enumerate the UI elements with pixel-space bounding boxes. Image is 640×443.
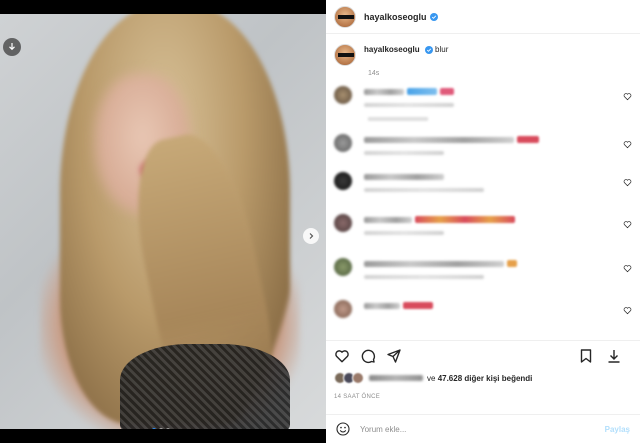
blurred-comment-meta: [364, 103, 454, 107]
verified-badge-icon: [429, 12, 438, 21]
liker-avatars: [334, 372, 364, 384]
avatar: [352, 372, 364, 384]
blurred-emoji: [407, 88, 437, 95]
likes-summary[interactable]: ve 47.628 diğer kişi beğendi: [334, 372, 532, 384]
carousel-dot: [166, 428, 170, 429]
caption-text: hayalkoseoglu blur: [364, 44, 448, 56]
post-caption: hayalkoseoglu blur 14s: [334, 44, 634, 77]
post-comment-button[interactable]: Paylaş: [605, 425, 630, 434]
blurred-emoji: [403, 302, 433, 309]
download-icon[interactable]: [606, 348, 622, 364]
carousel-dots: [152, 428, 170, 429]
carousel-dot: [152, 428, 156, 429]
comment-item: [334, 84, 634, 132]
avatar[interactable]: [334, 134, 352, 152]
heart-icon[interactable]: [623, 140, 632, 149]
heart-icon[interactable]: [623, 220, 632, 229]
post-media[interactable]: [0, 14, 326, 429]
blurred-comment-meta: [364, 275, 484, 279]
chevron-right-icon[interactable]: [303, 228, 319, 244]
avatar[interactable]: [334, 300, 352, 318]
blurred-emoji: [517, 136, 539, 143]
share-icon[interactable]: [386, 348, 402, 364]
blurred-liker-name: [369, 375, 423, 381]
caption-body: blur: [435, 45, 449, 54]
verified-badge-icon: [424, 45, 433, 54]
heart-icon[interactable]: [623, 264, 632, 273]
emoji-icon[interactable]: [336, 422, 350, 436]
caption-time: 14s: [368, 70, 380, 77]
header-username[interactable]: hayalkoseoglu: [364, 12, 427, 22]
comment-item: [334, 132, 634, 170]
comment-item: [334, 212, 634, 256]
avatar[interactable]: [334, 214, 352, 232]
blurred-view-replies[interactable]: [368, 117, 428, 121]
blurred-comment-text: [364, 260, 504, 267]
avatar[interactable]: [334, 172, 352, 190]
blurred-comment-text: [364, 136, 514, 143]
download-icon[interactable]: [3, 38, 21, 56]
heart-icon[interactable]: [623, 178, 632, 187]
blurred-comment-meta: [364, 188, 484, 192]
avatar[interactable]: [334, 258, 352, 276]
post-timestamp[interactable]: 14 SAAT ÖNCE: [334, 394, 380, 400]
likes-suffix[interactable]: diğer kişi beğendi: [464, 374, 532, 383]
post-modal: hayalkoseoglu hayalkoseoglu blur 14s ve …: [0, 0, 640, 443]
blurred-emoji: [415, 216, 515, 223]
post-actions-bar: [326, 340, 640, 370]
post-header: hayalkoseoglu: [326, 0, 640, 34]
photo-lace: [120, 344, 290, 429]
heart-icon[interactable]: [334, 348, 350, 364]
likes-text: ve 47.628 diğer kişi beğendi: [427, 374, 532, 383]
comment-item: [334, 256, 634, 298]
comment-list: [334, 84, 634, 318]
blurred-comment-meta: [364, 231, 444, 235]
avatar[interactable]: [334, 44, 356, 66]
comment-input[interactable]: [360, 424, 580, 434]
blurred-comment-text: [364, 88, 404, 95]
carousel-dot: [159, 428, 163, 429]
caption-username[interactable]: hayalkoseoglu: [364, 45, 420, 54]
add-comment-bar: Paylaş: [326, 414, 640, 443]
avatar[interactable]: [334, 86, 352, 104]
blurred-emoji: [507, 260, 517, 267]
heart-icon[interactable]: [623, 306, 632, 315]
blurred-comment-text: [364, 174, 444, 180]
likes-connector: ve: [427, 373, 436, 383]
post-side-panel: hayalkoseoglu hayalkoseoglu blur 14s ve …: [326, 0, 640, 443]
comment-icon[interactable]: [360, 348, 376, 364]
comment-item: [334, 298, 634, 318]
likes-count[interactable]: 47.628: [438, 374, 462, 383]
comment-item: [334, 170, 634, 212]
blurred-comment-text: [364, 216, 412, 223]
blurred-comment-text: [364, 302, 400, 309]
heart-icon[interactable]: [623, 92, 632, 101]
avatar[interactable]: [334, 5, 356, 28]
blurred-comment-meta: [364, 151, 444, 155]
bookmark-icon[interactable]: [578, 348, 594, 364]
blurred-emoji: [440, 88, 454, 95]
